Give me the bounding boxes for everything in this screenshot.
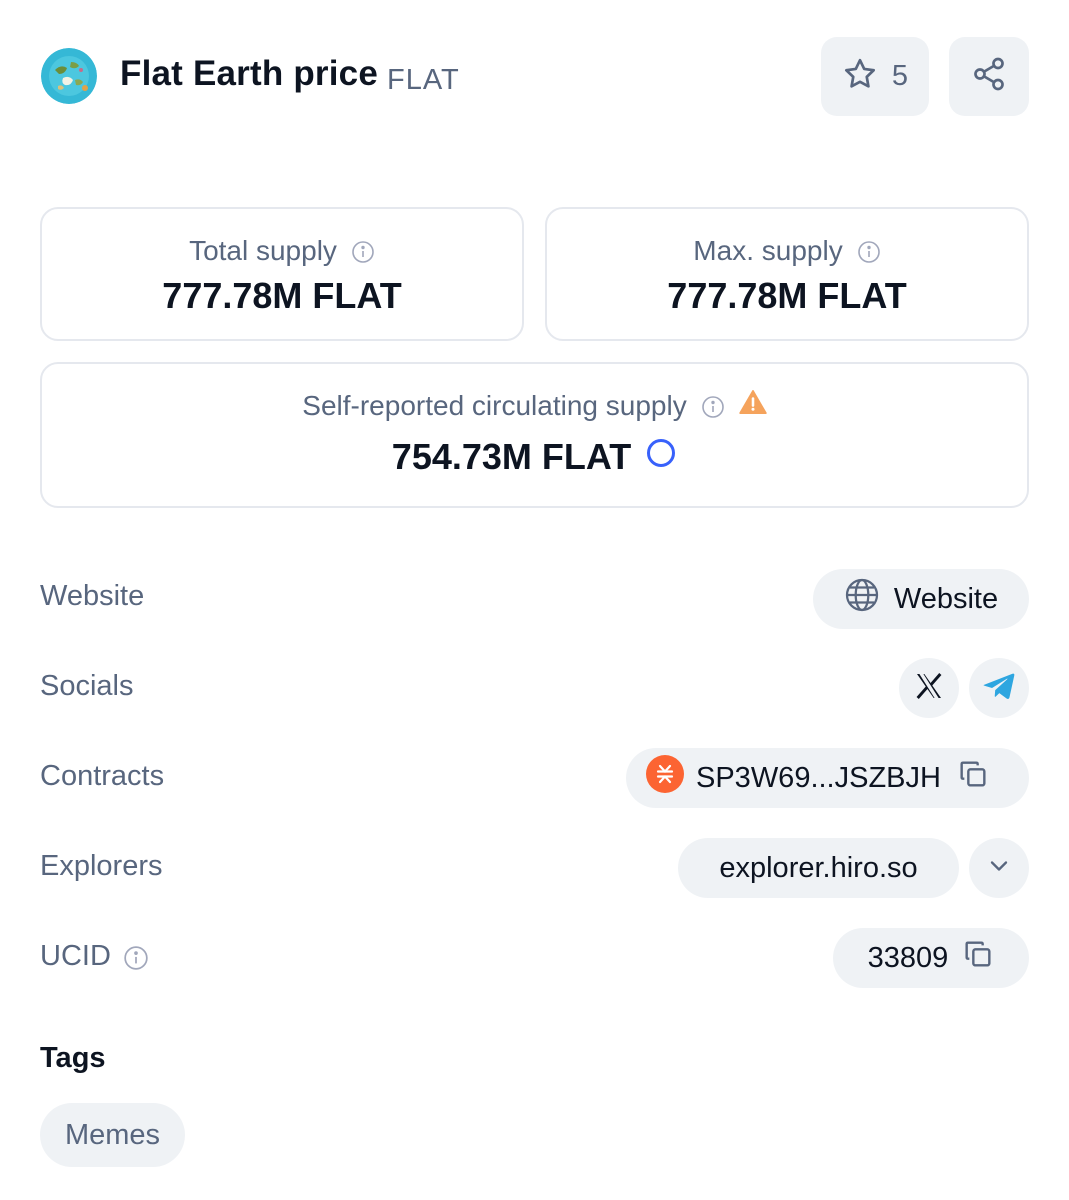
copy-icon[interactable] [957,758,989,798]
explorers-label-text: Explorers [40,850,163,882]
website-label: Website [40,580,144,613]
socials-label: Socials [40,670,134,703]
explorers-dropdown-button[interactable] [969,838,1029,898]
contract-address: SP3W69...JSZBJH [696,761,941,794]
total-supply-value: 777.78M FLAT [162,275,402,316]
website-button[interactable]: Website [813,569,1029,629]
info-icon[interactable] [351,239,375,263]
explorers-label: Explorers [40,850,163,883]
chevron-down-icon [985,852,1013,885]
share-button[interactable] [949,37,1029,116]
info-icon[interactable] [123,945,148,970]
telegram-social-button[interactable] [969,658,1029,718]
max-supply-card: Max. supply 777.78M FLAT [545,207,1029,341]
explorer-link[interactable]: explorer.hiro.so [678,838,959,898]
ucid-pill[interactable]: 33809 [833,928,1029,988]
ucid-label-text: UCID [40,940,111,972]
circulating-supply-label: Self-reported circulating supply [302,389,687,421]
ucid-label: UCID [40,940,148,973]
max-supply-label: Max. supply [693,235,843,266]
contract-address-pill[interactable]: SP3W69...JSZBJH [626,748,1029,808]
star-icon [842,56,878,97]
page-title: Flat Earth price [120,54,378,93]
total-supply-card: Total supply 777.78M FLAT [40,207,524,341]
telegram-icon [980,667,1018,710]
warning-icon[interactable] [738,389,767,422]
circulating-ratio-ring-icon [645,436,677,478]
watchlist-button[interactable]: 5 [821,37,929,116]
circulating-supply-card: Self-reported circulating supply 754.73M… [40,362,1029,508]
copy-icon[interactable] [962,938,994,978]
globe-icon [844,577,880,621]
coin-symbol: FLAT [387,64,460,96]
stacks-icon [646,755,684,801]
contracts-label-text: Contracts [40,760,165,792]
website-button-label: Website [893,582,999,615]
tag-label: Memes [64,1118,161,1151]
website-label-text: Website [40,580,145,612]
share-icon [971,56,1007,97]
contracts-label: Contracts [40,760,164,793]
max-supply-value: 777.78M FLAT [667,275,907,316]
x-social-button[interactable] [899,658,959,718]
flat-earth-logo [41,48,97,104]
tags-heading: Tags [40,1042,106,1074]
tag-memes[interactable]: Memes [40,1103,185,1167]
ucid-value: 33809 [867,941,949,974]
x-icon [913,670,945,707]
total-supply-label: Total supply [189,235,337,266]
socials-label-text: Socials [40,670,134,702]
info-icon[interactable] [701,394,725,418]
watchlist-count: 5 [891,60,909,92]
circulating-supply-value: 754.73M FLAT [391,436,632,477]
explorer-link-label: explorer.hiro.so [719,851,918,884]
info-icon[interactable] [857,239,881,263]
